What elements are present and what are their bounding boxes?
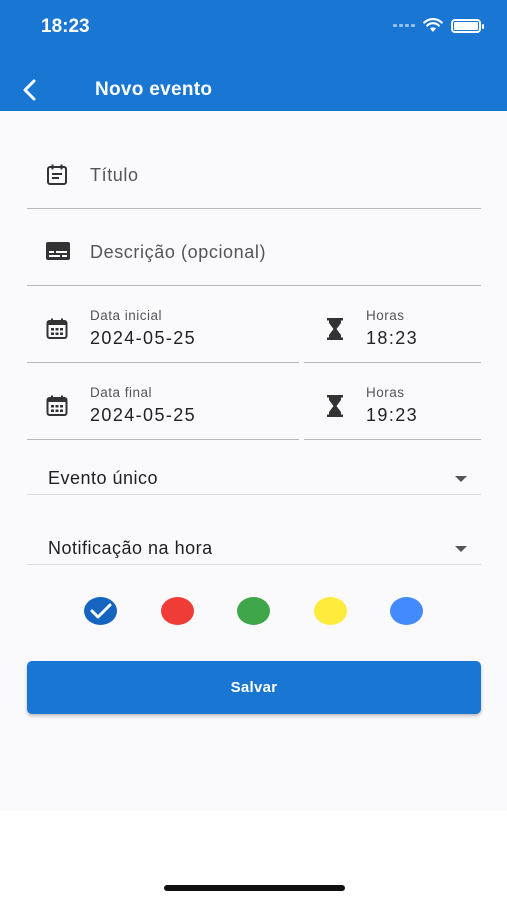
recurrence-value: Evento único (48, 468, 159, 488)
start-time-field[interactable]: Horas 18:23 (304, 296, 481, 363)
wifi-icon (423, 18, 443, 32)
end-time-field[interactable]: Horas 19:23 (304, 373, 481, 440)
color-option-blue-light[interactable] (390, 597, 423, 625)
chevron-left-icon (23, 79, 36, 101)
color-picker (0, 597, 507, 631)
status-icons (393, 18, 484, 33)
color-option-green[interactable] (237, 597, 270, 625)
start-date-value: 2024-05-25 (90, 328, 197, 348)
color-option-yellow[interactable] (314, 597, 347, 625)
app-bar: 18:23 Novo evento (0, 0, 507, 111)
dropdown-arrow-icon (455, 476, 467, 482)
end-date-label: Data final (90, 385, 153, 400)
end-time-value: 19:23 (366, 405, 419, 425)
description-placeholder: Descrição (opcional) (90, 242, 267, 262)
start-time-value: 18:23 (366, 328, 419, 348)
dropdown-arrow-icon (455, 546, 467, 552)
back-button[interactable] (14, 74, 46, 106)
calendar-icon (46, 318, 68, 339)
end-time-label: Horas (366, 385, 405, 400)
color-option-blue-dark[interactable] (84, 597, 117, 625)
description-input[interactable]: Descrição (opcional) (27, 217, 481, 286)
battery-icon (451, 18, 484, 33)
end-date-value: 2024-05-25 (90, 405, 197, 425)
start-time-label: Horas (366, 308, 405, 323)
title-placeholder: Título (90, 165, 139, 185)
title-input[interactable]: Título (27, 140, 481, 209)
calendar-icon (46, 395, 68, 416)
notification-value: Notificação na hora (48, 538, 213, 558)
page-title: Novo evento (95, 79, 213, 100)
start-date-field[interactable]: Data inicial 2024-05-25 (27, 296, 299, 363)
check-icon (90, 603, 111, 619)
event-note-icon (47, 164, 67, 185)
save-button[interactable]: Salvar (27, 661, 481, 714)
end-date-field[interactable]: Data final 2024-05-25 (27, 373, 299, 440)
notification-dropdown[interactable]: Notificação na hora (27, 526, 481, 565)
color-option-red[interactable] (161, 597, 194, 625)
signal-icon (393, 24, 415, 27)
start-date-label: Data inicial (90, 308, 163, 323)
hourglass-icon (327, 318, 343, 340)
status-time: 18:23 (41, 16, 90, 37)
subtitles-icon (46, 242, 70, 260)
recurrence-dropdown[interactable]: Evento único (27, 456, 481, 495)
hourglass-icon (327, 395, 343, 417)
home-indicator[interactable] (164, 885, 345, 891)
